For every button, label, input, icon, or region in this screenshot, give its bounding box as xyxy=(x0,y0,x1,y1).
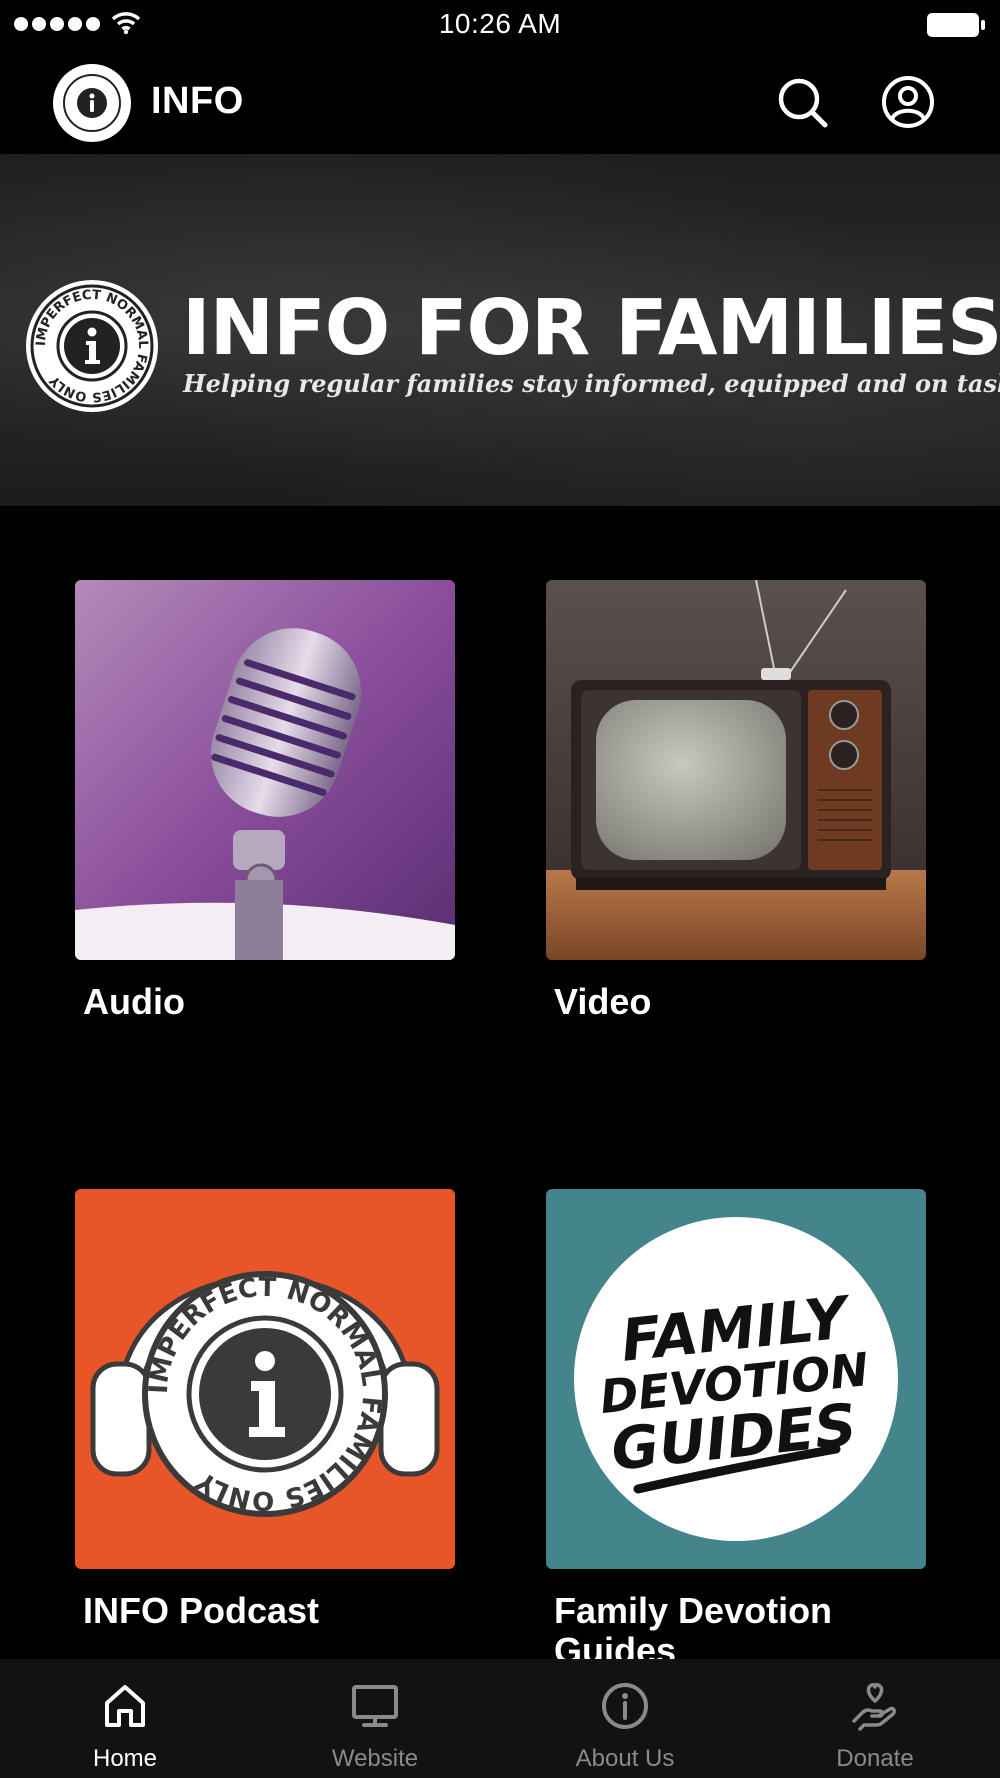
podcast-headphones-image: IMPERFECT NORMAL FAMILIES ONLY xyxy=(75,1189,455,1569)
account-icon[interactable] xyxy=(880,74,936,130)
nav-donate[interactable]: Donate xyxy=(750,1659,1000,1778)
imperfect-normal-families-seal-icon: IMPERFECT NORMAL FAMILIES ONLY xyxy=(26,280,158,412)
app-title: INFO xyxy=(151,80,244,122)
nav-website[interactable]: Website xyxy=(250,1659,500,1778)
monitor-icon xyxy=(352,1685,398,1727)
family-devotion-guides-image: FAMILY DEVOTION GUIDES xyxy=(546,1189,926,1569)
info-circle-icon xyxy=(602,1683,648,1729)
tile-label-audio: Audio xyxy=(83,981,185,1022)
tile-family-devotion-guides[interactable]: FAMILY DEVOTION GUIDES Family Devotion G… xyxy=(546,1189,926,1671)
info-seal-icon[interactable] xyxy=(53,64,131,142)
home-icon xyxy=(105,1685,145,1727)
bottom-tab-bar: Home Website About Us Donate xyxy=(0,1659,1000,1778)
app-header: INFO xyxy=(0,50,1000,154)
tile-label-video: Video xyxy=(554,981,652,1022)
hero-banner[interactable]: IMPERFECT NORMAL FAMILIES ONLY INFO FOR … xyxy=(0,154,1000,506)
nav-label-home: Home xyxy=(92,1745,158,1772)
status-time: 10:26 AM xyxy=(438,8,562,39)
microphone-image xyxy=(75,580,455,960)
donate-hand-heart-icon xyxy=(852,1683,896,1731)
tile-label-podcast: INFO Podcast xyxy=(83,1590,320,1631)
battery-icon xyxy=(927,13,985,37)
retro-tv-image xyxy=(546,580,926,960)
nav-about-us[interactable]: About Us xyxy=(500,1659,750,1778)
search-icon[interactable] xyxy=(774,74,830,130)
tile-audio[interactable]: Audio xyxy=(75,580,455,1022)
tile-video[interactable]: Video xyxy=(546,580,926,1022)
banner-title: INFO FOR FAMILIES xyxy=(182,284,1000,373)
nav-home[interactable]: Home xyxy=(0,1659,250,1778)
tile-podcast[interactable]: IMPERFECT NORMAL FAMILIES ONLY INFO Podc… xyxy=(75,1189,455,1631)
banner-subtitle: Helping regular families stay informed, … xyxy=(183,369,1000,398)
nav-label-donate: Donate xyxy=(836,1745,914,1772)
status-bar: 10:26 AM xyxy=(0,0,1000,50)
nav-label-about-us: About Us xyxy=(575,1745,675,1772)
nav-label-website: Website xyxy=(331,1745,419,1772)
